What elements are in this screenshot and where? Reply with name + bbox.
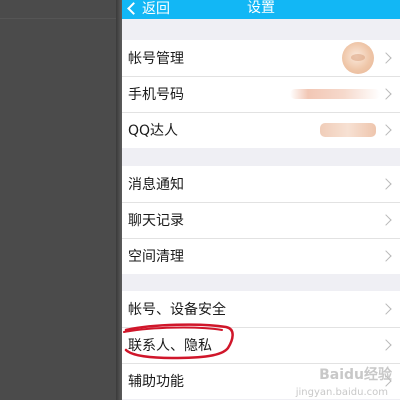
settings-row-phone-number[interactable]: 手机号码 — [122, 76, 400, 112]
row-label: 联系人、隐私 — [128, 338, 212, 354]
watermark-url: jingyan.baidu.com — [295, 387, 388, 398]
chevron-right-icon — [380, 250, 392, 262]
background-pane — [0, 0, 116, 400]
row-label: 帐号管理 — [128, 51, 184, 67]
chevron-right-icon — [380, 339, 392, 351]
settings-row-account-security[interactable]: 帐号、设备安全 — [122, 291, 400, 327]
row-label: 辅助功能 — [128, 374, 184, 390]
chevron-right-icon — [380, 52, 392, 64]
chevron-right-icon — [380, 124, 392, 136]
watermark: Baidu经验 — [319, 367, 392, 383]
row-label: 空间清理 — [128, 249, 184, 265]
settings-row-chat-history[interactable]: 聊天记录 — [122, 202, 400, 238]
settings-row-account-management[interactable]: 帐号管理 — [122, 40, 400, 76]
row-label: 聊天记录 — [128, 213, 184, 229]
row-label: 手机号码 — [128, 87, 184, 103]
navigation-bar: 返回 设置 — [122, 0, 400, 19]
chevron-right-icon — [380, 214, 392, 226]
general-group: 消息通知 聊天记录 空间清理 — [122, 166, 400, 274]
chevron-right-icon — [380, 178, 392, 190]
screenshot-root: 返回 设置 帐号管理 手机号码 QQ达人 消息通知 聊天记录 空间清理 帐号、设… — [0, 0, 400, 400]
avatar — [342, 42, 374, 74]
settings-screen: 返回 设置 帐号管理 手机号码 QQ达人 消息通知 聊天记录 空间清理 帐号、设… — [122, 0, 400, 400]
settings-row-notifications[interactable]: 消息通知 — [122, 166, 400, 202]
row-label: 帐号、设备安全 — [128, 302, 226, 318]
blurred-phone-number — [290, 89, 380, 99]
chevron-right-icon — [380, 88, 392, 100]
settings-row-storage-cleanup[interactable]: 空间清理 — [122, 238, 400, 274]
account-group: 帐号管理 手机号码 QQ达人 — [122, 40, 400, 148]
page-title: 设置 — [247, 0, 275, 16]
settings-row-contacts-privacy[interactable]: 联系人、隐私 — [122, 327, 400, 363]
settings-row-qq-talent[interactable]: QQ达人 — [122, 112, 400, 148]
chevron-right-icon — [380, 303, 392, 315]
pane-divider — [0, 18, 116, 19]
row-label: 消息通知 — [128, 177, 184, 193]
blurred-badge — [320, 123, 376, 137]
row-label: QQ达人 — [128, 123, 179, 139]
